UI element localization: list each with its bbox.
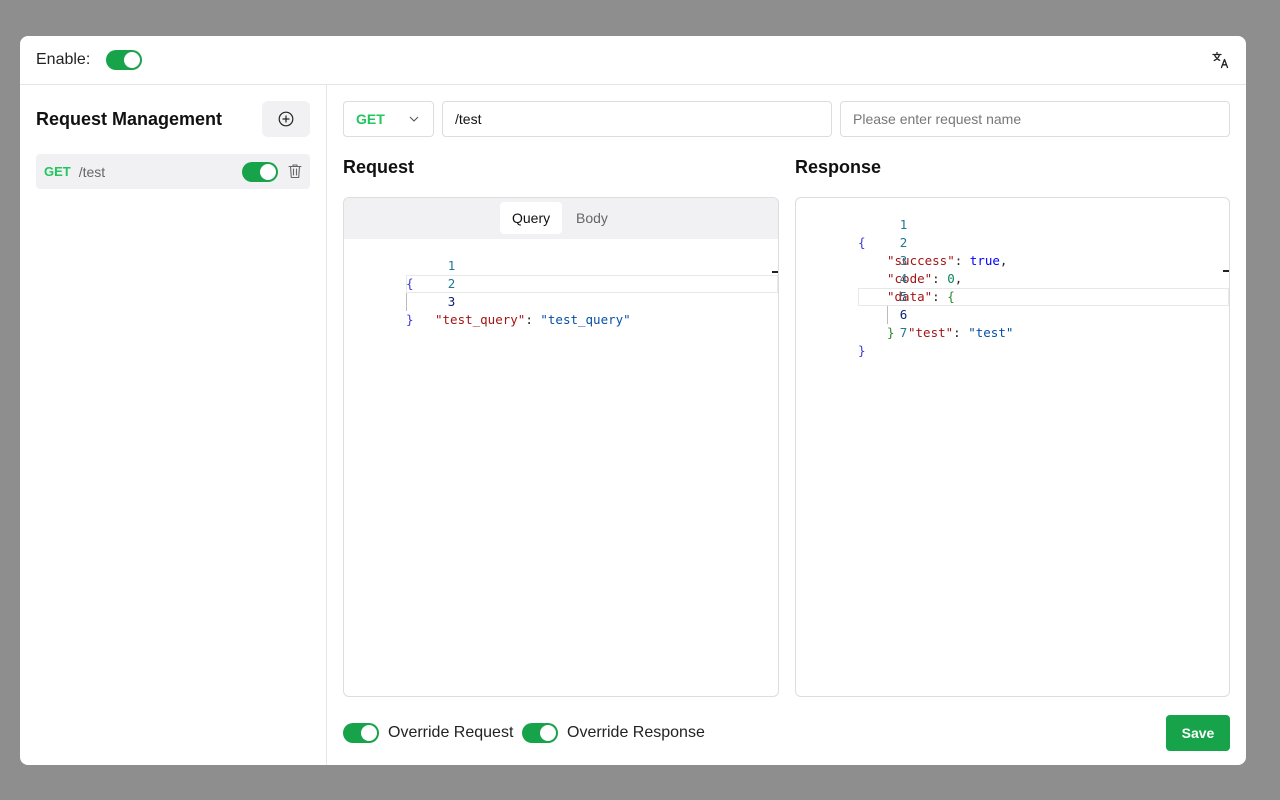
request-mock-panel: Enable: Request Management GET /test GET (20, 36, 1246, 765)
code-line: 2 "success": true, (796, 216, 1229, 268)
code-line: 7 } (796, 306, 1229, 358)
override-response-toggle[interactable] (522, 723, 558, 743)
response-editor: 1 { 2 "success": true, 3 "code": 0, 4 "d… (795, 197, 1230, 697)
code-line: 2 "test_query": "test_query" (344, 257, 778, 327)
request-section-title: Request (343, 157, 415, 177)
line-number: 7 (899, 325, 908, 340)
trash-icon[interactable] (288, 163, 302, 179)
top-bar: Enable: (20, 36, 1246, 85)
chevron-down-icon (409, 116, 419, 122)
line-number: 3 (447, 294, 456, 309)
code-token: } (406, 312, 414, 327)
enable-label: Enable: (36, 51, 91, 68)
code-line: 3 } (344, 275, 778, 327)
method-select[interactable]: GET (343, 101, 434, 137)
enable-toggle[interactable] (106, 50, 143, 70)
code-line: 3 "code": 0, (796, 234, 1229, 286)
override-request-toggle[interactable] (343, 723, 379, 743)
code-line: 1 { (344, 239, 778, 291)
sidebar-title: Request Management (36, 109, 223, 129)
code-token: "test_query" (540, 312, 631, 327)
code-line: 1 { (796, 198, 1229, 250)
request-path: /test (78, 163, 106, 180)
sidebar: Request Management GET /test (20, 85, 327, 765)
request-enable-toggle[interactable] (242, 162, 278, 182)
request-tabs: Query Body (344, 198, 778, 239)
code-line: 4 "data": { (796, 252, 1229, 304)
code-token: : (953, 325, 969, 340)
request-list-item[interactable]: GET /test (36, 154, 310, 189)
translate-icon[interactable] (1212, 51, 1230, 69)
add-request-button[interactable] (262, 101, 310, 137)
main-area: GET Request Response Query Body 1 { (327, 85, 1246, 765)
override-request-option[interactable]: Override Request (343, 723, 513, 743)
toggle-knob (124, 52, 141, 68)
tab-query[interactable]: Query (500, 202, 563, 234)
request-name-input[interactable] (840, 101, 1230, 137)
plus-circle-icon (278, 111, 294, 127)
code-line: 6 } (796, 288, 1229, 340)
method-select-value: GET (356, 111, 385, 127)
code-token: "test" (908, 325, 954, 340)
override-response-label: Override Response (567, 724, 705, 741)
toggle-knob (260, 164, 276, 180)
code-token: } (858, 343, 866, 358)
request-editor: Query Body 1 { 2 "test_query": "test_que… (343, 197, 779, 697)
code-token: : (525, 312, 541, 327)
request-method-tag: GET (44, 164, 71, 179)
code-token: "test" (968, 325, 1014, 340)
override-response-option[interactable]: Override Response (522, 723, 705, 743)
toggle-knob (361, 725, 377, 741)
bottom-bar: Override Request Override Response Save (343, 715, 1230, 751)
code-token: "test_query" (435, 312, 526, 327)
tab-body[interactable]: Body (564, 202, 620, 234)
save-button[interactable]: Save (1166, 715, 1230, 751)
url-input[interactable] (442, 101, 832, 137)
override-request-label: Override Request (388, 724, 514, 741)
code-line: 5 "test": "test" (796, 270, 1229, 340)
response-section-title: Response (795, 157, 882, 177)
toggle-knob (540, 725, 556, 741)
